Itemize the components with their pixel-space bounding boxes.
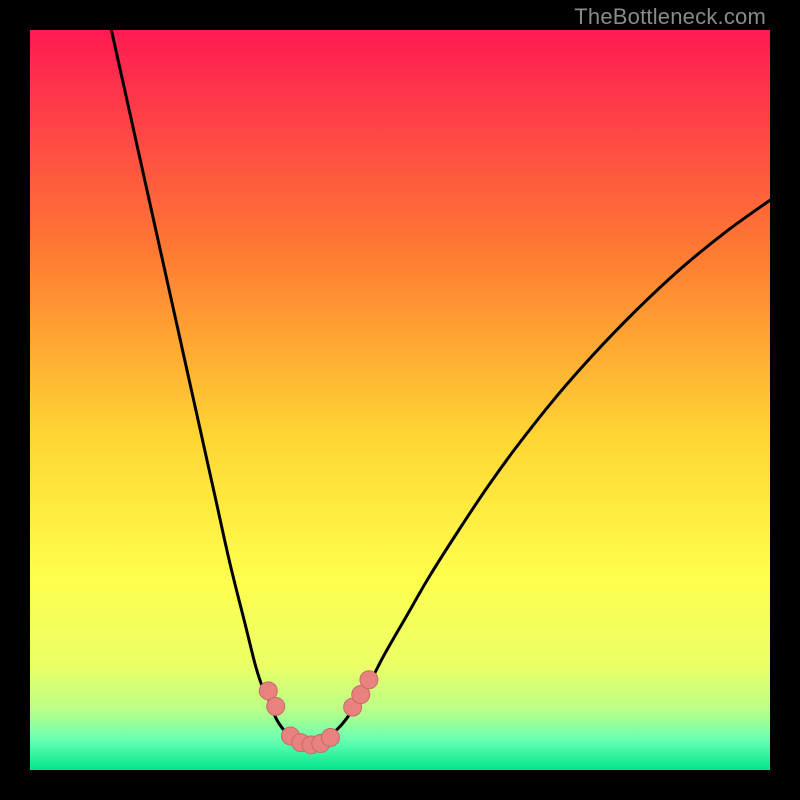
plot-frame (30, 30, 770, 770)
gradient-background (30, 30, 770, 770)
attribution-text: TheBottleneck.com (574, 4, 766, 30)
bottleneck-chart (30, 30, 770, 770)
data-marker (360, 671, 378, 689)
data-marker (267, 697, 285, 715)
data-marker (321, 728, 339, 746)
